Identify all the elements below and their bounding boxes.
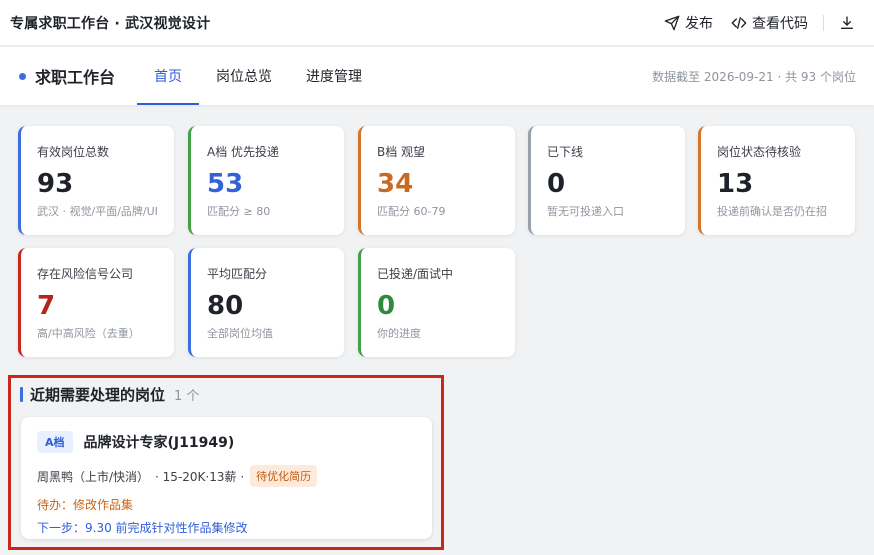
stat-card-risk: 存在风险信号公司 7 高/中高风险（去重）: [18, 248, 174, 357]
stat-value: 0: [377, 291, 396, 321]
download-button[interactable]: [830, 0, 864, 45]
section-count: 1 个: [174, 389, 200, 404]
pending-jobs-section: 近期需要处理的岗位 1 个 A档 品牌设计专家(J11949) 周黑鸭（上市/快…: [8, 375, 444, 550]
tab-progress[interactable]: 进度管理: [289, 47, 379, 105]
stat-sub: 全部岗位均值: [207, 327, 273, 340]
top-bar: 专属求职工作台 · 武汉视觉设计 发布 查看代码: [0, 0, 874, 46]
job-title[interactable]: 品牌设计专家(J11949): [84, 432, 235, 452]
stat-label: 已投递/面试中: [377, 267, 454, 281]
stat-card-tier-b: B档 观望 34 匹配分 60-79: [358, 126, 515, 235]
brand-dot-icon: [19, 72, 26, 80]
stat-label: 存在风险信号公司: [37, 267, 134, 281]
job-card[interactable]: A档 品牌设计专家(J11949) 周黑鸭（上市/快消） · 15-20K·13…: [21, 417, 432, 539]
stat-label: 岗位状态待核验: [717, 145, 802, 159]
nav-bar: 求职工作台 首页 岗位总览 进度管理 数据截至 2026-09-21 · 共 9…: [0, 47, 874, 105]
job-meta: 周黑鸭（上市/快消） · 15-20K·13薪 · 待优化简历: [37, 465, 432, 487]
tab-home[interactable]: 首页: [137, 47, 200, 105]
stat-sub: 匹配分 60-79: [377, 205, 446, 218]
stat-sub: 匹配分 ≥ 80: [207, 205, 271, 218]
data-note: 数据截至 2026-09-21 · 共 93 个岗位: [652, 69, 856, 84]
todo-text: 待办：修改作品集: [37, 498, 134, 512]
brand-title: 求职工作台: [35, 68, 116, 87]
stat-value: 80: [207, 291, 244, 321]
stat-sub: 武汉 · 视觉/平面/品牌/UI: [37, 205, 158, 218]
send-icon: [664, 15, 680, 31]
tab-job-overview[interactable]: 岗位总览: [199, 47, 289, 105]
stat-card-to-verify: 岗位状态待核验 13 投递前确认是否仍在招: [698, 126, 855, 235]
toolbar-divider: [823, 14, 824, 31]
stat-value: 7: [37, 291, 56, 321]
stat-value: 93: [37, 169, 74, 199]
salary-text: · 15-20K·13薪 ·: [155, 469, 245, 484]
stat-card-tier-a: A档 优先投递 53 匹配分 ≥ 80: [188, 126, 344, 235]
stat-sub: 暂无可投递入口: [547, 205, 624, 218]
stat-value: 13: [717, 169, 754, 199]
status-badge: 待优化简历: [250, 465, 318, 487]
stat-card-total: 有效岗位总数 93 武汉 · 视觉/平面/品牌/UI: [18, 126, 174, 235]
stat-label: 已下线: [547, 145, 584, 159]
company-name: 周黑鸭（上市/快消）: [37, 469, 150, 484]
stat-sub: 投递前确认是否仍在招: [717, 205, 827, 218]
stat-value: 53: [207, 169, 244, 199]
stat-sub: 你的进度: [377, 327, 421, 340]
section-accent-bar: [20, 387, 23, 402]
stat-label: A档 优先投递: [207, 145, 280, 159]
download-icon: [839, 15, 855, 31]
view-code-button[interactable]: 查看代码: [722, 0, 817, 45]
stat-value: 0: [547, 169, 566, 199]
next-step-text: 下一步：9.30 前完成针对性作品集修改: [37, 521, 248, 535]
stat-card-offline: 已下线 0 暂无可投递入口: [528, 126, 685, 235]
stat-card-avg-score: 平均匹配分 80 全部岗位均值: [188, 248, 344, 357]
stat-label: B档 观望: [377, 145, 426, 159]
code-icon: [731, 15, 747, 31]
top-actions: 发布 查看代码: [655, 0, 864, 45]
stat-label: 有效岗位总数: [37, 145, 110, 159]
publish-label: 发布: [685, 15, 713, 32]
view-code-label: 查看代码: [752, 15, 808, 32]
brand: 求职工作台: [19, 47, 115, 105]
section-title: 近期需要处理的岗位: [30, 386, 166, 404]
stat-card-applied: 已投递/面试中 0 你的进度: [358, 248, 515, 357]
stat-sub: 高/中高风险（去重）: [37, 327, 140, 340]
publish-button[interactable]: 发布: [655, 0, 722, 45]
app-title: 专属求职工作台 · 武汉视觉设计: [10, 15, 211, 32]
stat-label: 平均匹配分: [207, 267, 268, 281]
tier-badge: A档: [37, 431, 73, 453]
section-header: 近期需要处理的岗位 1 个: [20, 384, 199, 405]
job-header: A档 品牌设计专家(J11949): [37, 431, 432, 453]
stat-value: 34: [377, 169, 414, 199]
